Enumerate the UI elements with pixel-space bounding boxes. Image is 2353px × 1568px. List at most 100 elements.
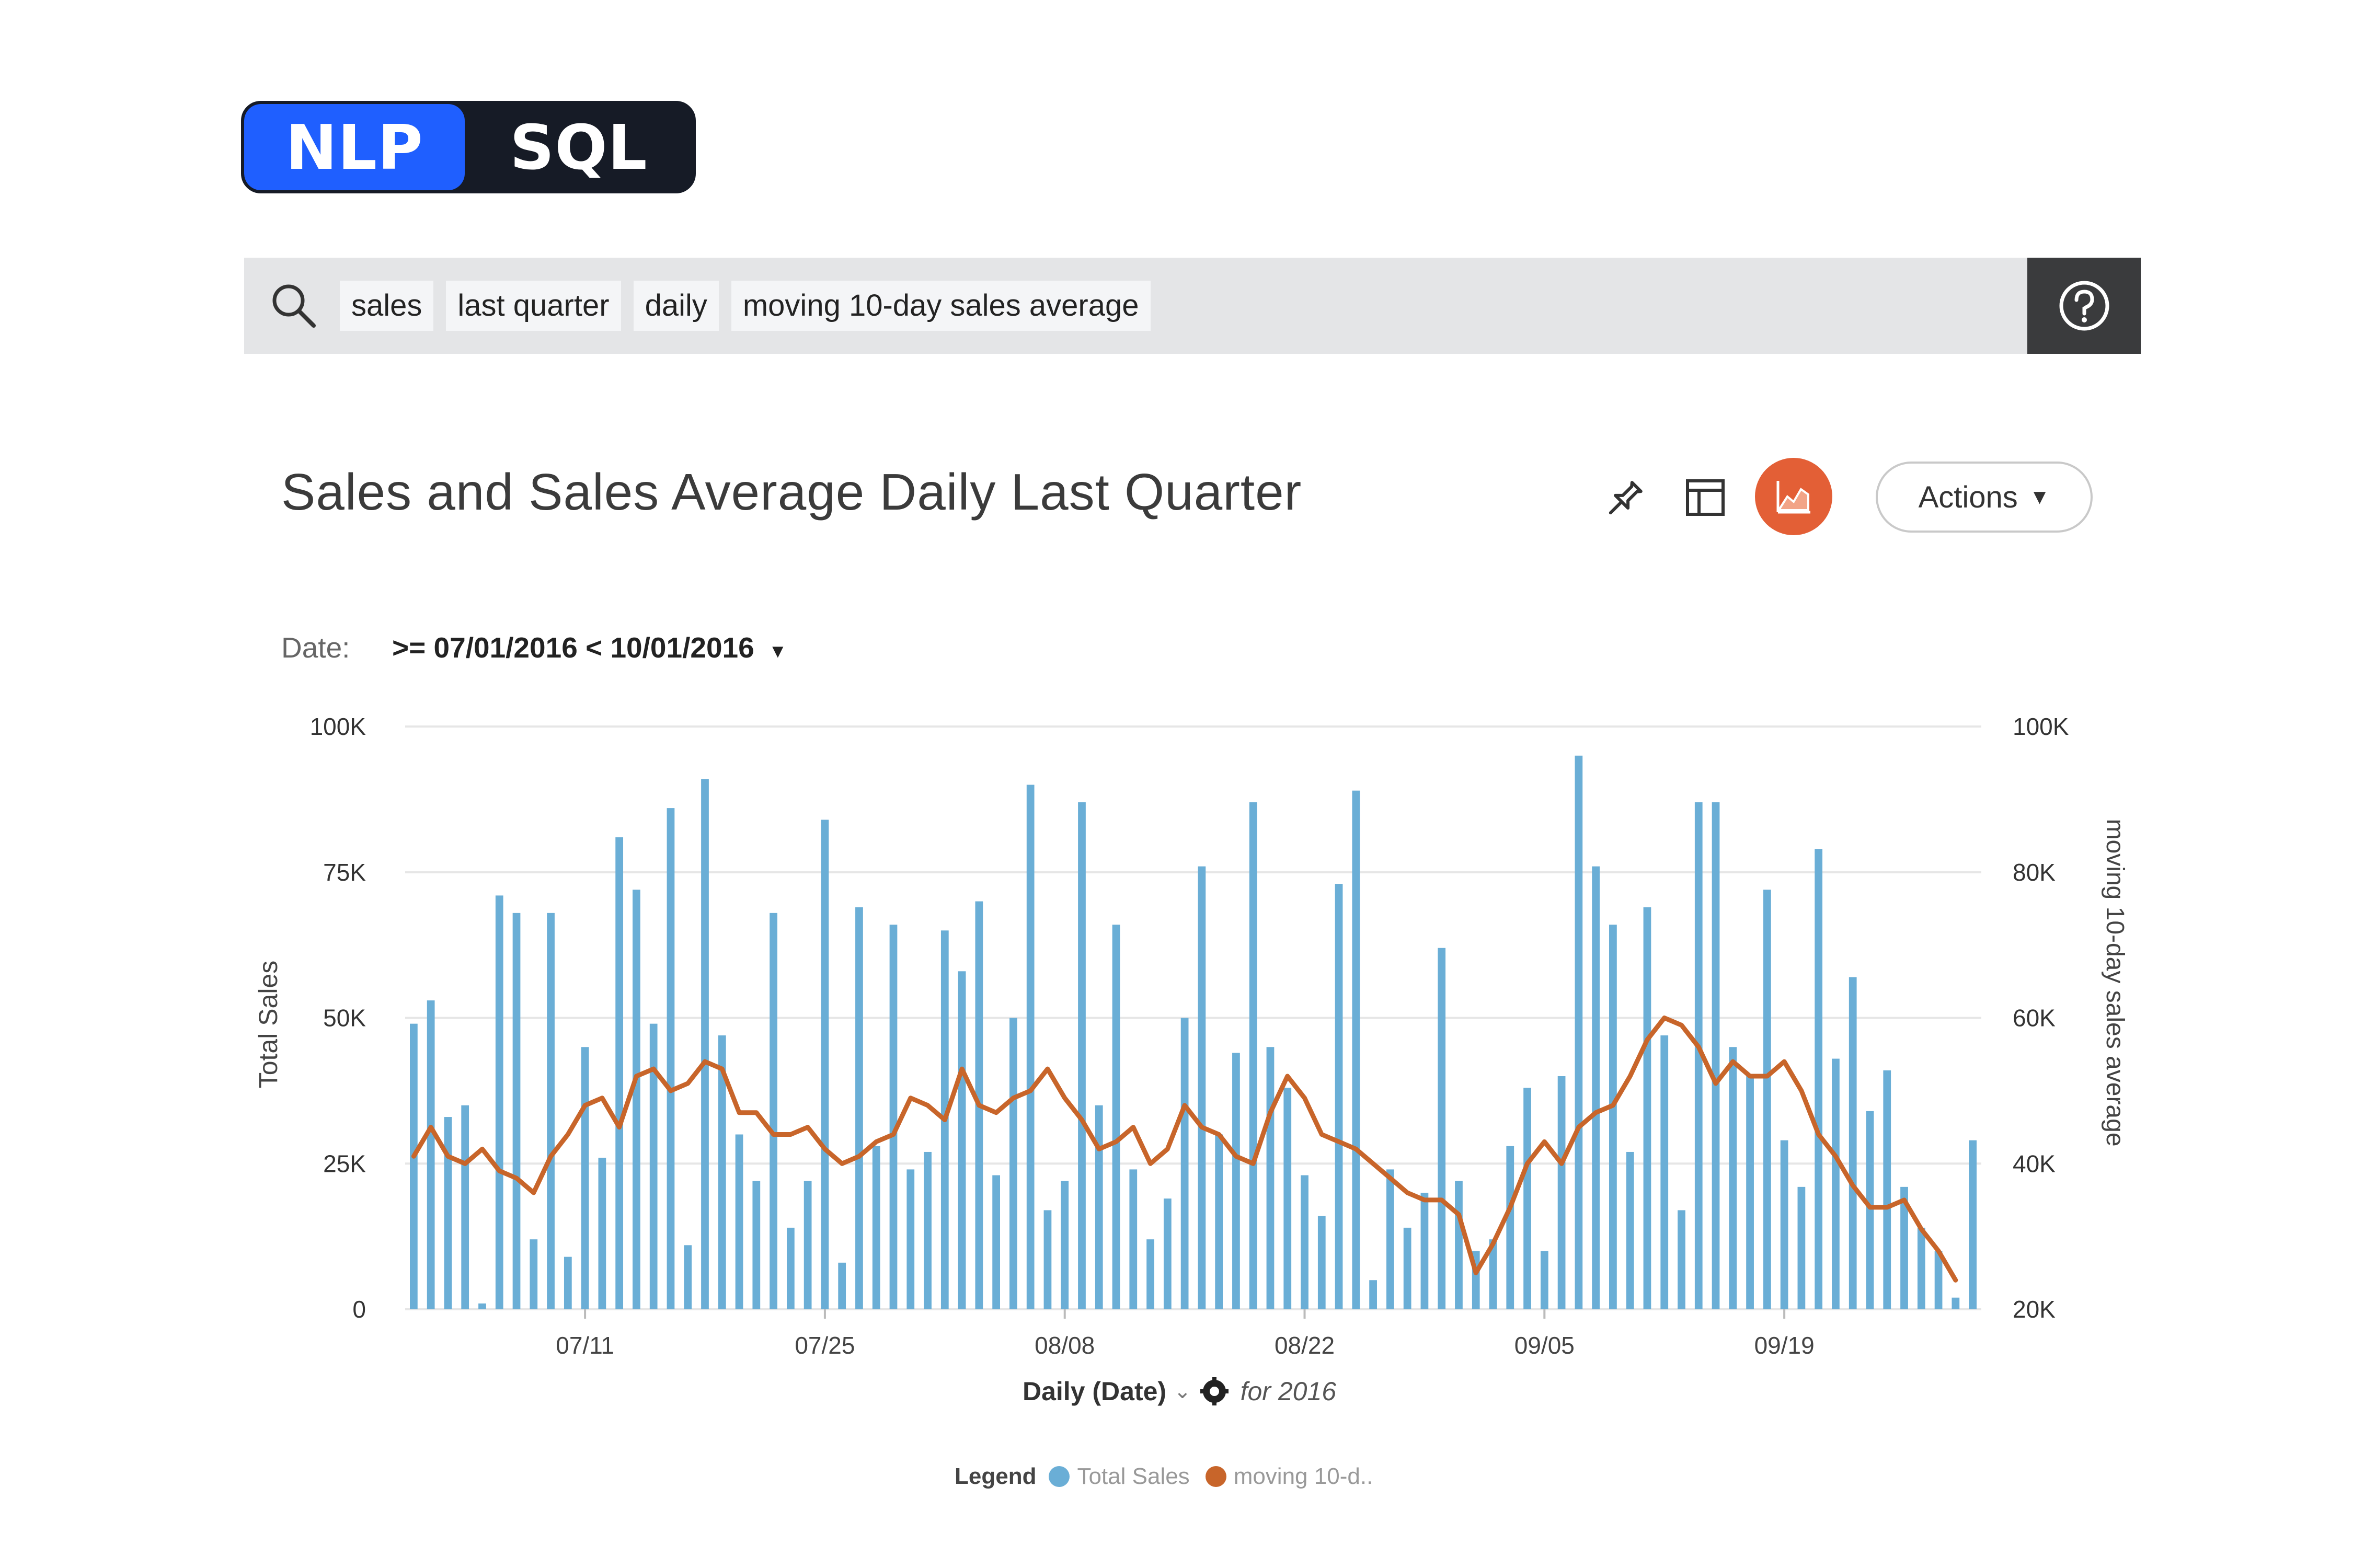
bar (1609, 925, 1617, 1309)
bar (992, 1175, 1000, 1309)
y2-axis-title[interactable]: moving 10-day sales average (2101, 818, 2129, 1146)
bar (1626, 1151, 1634, 1309)
bar (872, 1146, 880, 1309)
x-axis-title-row: Daily (Date) ⌄ for 2016 (1023, 1376, 1336, 1406)
gear-icon[interactable] (1200, 1377, 1229, 1406)
bar (1729, 1047, 1737, 1309)
bar (1163, 1198, 1172, 1309)
bar (1952, 1297, 1960, 1309)
bar (804, 1181, 812, 1309)
bar (1403, 1227, 1411, 1309)
legend-swatch-moving-average (1205, 1466, 1226, 1487)
bar (838, 1262, 846, 1309)
bar (1009, 1018, 1017, 1309)
bar (1335, 884, 1343, 1309)
y-tick-label: 50K (323, 1005, 366, 1032)
bar (512, 913, 521, 1309)
bar (1043, 1210, 1052, 1309)
bar (478, 1303, 486, 1309)
bar (1078, 802, 1086, 1309)
bar (1506, 1146, 1514, 1309)
y2-tick-label: 40K (2013, 1150, 2056, 1177)
x-tick-label: 09/19 (1754, 1332, 1815, 1359)
bar (1969, 1140, 1977, 1309)
y-tick-label: 25K (323, 1150, 366, 1177)
bar (1557, 1076, 1566, 1309)
x-tick-label: 09/05 (1514, 1332, 1575, 1359)
bar (1523, 1088, 1531, 1309)
legend-swatch-total-sales (1049, 1466, 1070, 1487)
bar (410, 1023, 418, 1309)
bar (1592, 866, 1600, 1309)
bar (667, 808, 675, 1309)
bar (889, 925, 898, 1309)
bar (1112, 925, 1120, 1309)
bar (427, 1000, 435, 1309)
bar (855, 907, 863, 1309)
bar (770, 913, 777, 1309)
bar (1780, 1140, 1788, 1309)
bar (444, 1117, 452, 1309)
y2-tick-label: 20K (2013, 1296, 2056, 1323)
y2-tick-label: 60K (2013, 1005, 2056, 1032)
combo-chart: 0 25K 50K 75K 100K 20K 40K 60K 80K 100K 07/11 07/… (254, 713, 2129, 1359)
bar (1746, 1076, 1754, 1309)
bar (1061, 1181, 1069, 1309)
bar (1266, 1047, 1275, 1309)
bar (1763, 890, 1771, 1309)
bar (1180, 1018, 1189, 1309)
bar (530, 1239, 538, 1309)
bar (1232, 1053, 1240, 1309)
chevron-down-icon[interactable]: ⌄ (1174, 1379, 1191, 1403)
bar (1575, 755, 1583, 1309)
bar (1660, 1035, 1669, 1309)
bar (633, 890, 640, 1309)
x-tick-label: 08/22 (1275, 1332, 1335, 1359)
bar (684, 1245, 692, 1309)
bar (581, 1047, 589, 1309)
y-tick-label: 100K (310, 713, 366, 740)
bar (547, 913, 555, 1309)
bar (1386, 1169, 1394, 1309)
bar (564, 1256, 572, 1309)
bar (1283, 1088, 1292, 1309)
bar (1352, 790, 1360, 1309)
chart-legend: Legend Total Sales moving 10-d.. (955, 1463, 1388, 1490)
x-tick-label: 08/08 (1035, 1332, 1095, 1359)
y2-tick-label: 100K (2013, 713, 2069, 740)
bar (1249, 802, 1257, 1309)
bar (924, 1151, 932, 1309)
bar (598, 1158, 606, 1309)
bar (1797, 1186, 1806, 1309)
bar (1866, 1111, 1874, 1309)
bar (958, 971, 966, 1309)
bar (1026, 785, 1035, 1309)
bar (1883, 1070, 1891, 1309)
bar (821, 820, 829, 1309)
bar (786, 1227, 795, 1309)
bar (1369, 1280, 1377, 1309)
bar (1215, 1134, 1223, 1309)
legend-title: Legend (955, 1463, 1037, 1489)
bar (1146, 1239, 1154, 1309)
bar (1455, 1181, 1463, 1309)
bar (735, 1134, 743, 1309)
bar (1317, 1216, 1326, 1309)
bar (1917, 1227, 1925, 1309)
legend-item-moving-average[interactable]: moving 10-d.. (1234, 1463, 1373, 1490)
bar (1095, 1105, 1103, 1309)
legend-item-total-sales[interactable]: Total Sales (1077, 1463, 1189, 1490)
bar (615, 837, 624, 1309)
bar (495, 895, 503, 1309)
bar (1420, 1193, 1429, 1309)
y-axis-title[interactable]: Total Sales (254, 961, 283, 1089)
bar (752, 1181, 761, 1309)
bar (1198, 866, 1206, 1309)
bar (906, 1169, 915, 1309)
bar (1678, 1210, 1685, 1309)
bar (1849, 977, 1857, 1309)
x-axis-title[interactable]: Daily (Date) (1023, 1376, 1166, 1406)
bar (1712, 802, 1720, 1309)
x-axis-year-filter[interactable]: for 2016 (1241, 1376, 1336, 1406)
y-tick-label: 75K (323, 859, 366, 886)
